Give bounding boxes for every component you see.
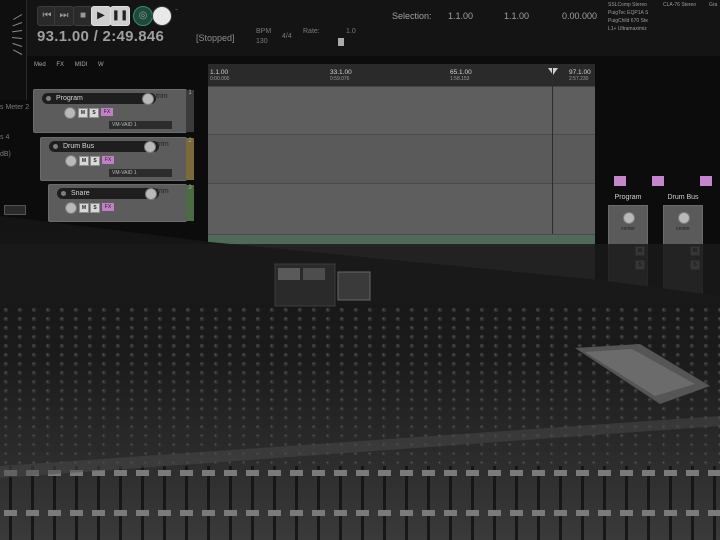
fx-button[interactable]: FX [101,108,113,116]
lane-drum-bus[interactable] [208,135,595,184]
fx-indicator[interactable] [652,176,664,186]
play-state: [Stopped] [196,33,235,43]
route-label[interactable]: trim [156,93,168,100]
track-number: 1 [186,90,194,132]
plugin-slot[interactable]: PuigChild 670 Ste [608,18,720,26]
vu-label-3: dB) [0,151,11,158]
mute-button[interactable]: M [79,203,89,213]
strip-name: Program [614,194,642,201]
volume-knob[interactable] [145,188,157,200]
tab-w[interactable]: W [98,62,104,68]
vu-label-1: s Meter 2 [0,104,30,111]
strip-name: Drum Bus [667,194,699,201]
rate-label: Rate: [303,28,320,35]
vca-selector[interactable]: VM-VAID 1 [109,169,172,177]
solo-button[interactable]: S [90,156,100,166]
mixing-console-photo [0,216,720,540]
rate-value[interactable]: 1.0 [346,28,356,35]
plugin-slot[interactable]: L1+ Ultramaximiz [608,26,720,34]
fx-button[interactable]: FX [102,156,114,164]
ruler-marker: 97.1.00 2:57.230 [569,69,591,82]
pan-knob[interactable] [65,202,77,214]
stop-icon[interactable]: ■ [73,6,93,26]
vca-selector[interactable]: VM-VAID 1 [109,121,172,129]
ruler-marker: 33.1.00 0:59.076 [330,69,352,82]
track-name-snare[interactable]: Snare [57,188,159,199]
time-signature[interactable]: 4/4 [282,33,292,40]
plugin-slot[interactable]: CLA-76 Stereo [663,2,696,8]
plugin-slot[interactable]: PuigTec EQP1A S [608,10,720,18]
track-drum-bus[interactable]: Drum Bus trim M S FX VM-VAID 1 2 [40,137,194,181]
mode-tabs: Med FX MIDI W [34,62,113,68]
playhead[interactable] [552,64,553,234]
time-display[interactable]: 93.1.00 / 2:49.846 [37,28,164,45]
mute-button[interactable]: M [79,156,89,166]
pan-knob[interactable] [65,155,77,167]
track-name-drum-bus[interactable]: Drum Bus [49,141,159,152]
route-label[interactable]: trim [157,188,169,195]
fx-indicator[interactable] [614,176,626,186]
marker-icon[interactable]: ⌁ [175,7,197,21]
fx-button[interactable]: FX [102,203,114,211]
mute-button[interactable]: M [78,108,88,118]
tab-fx[interactable]: FX [56,62,64,68]
volume-knob[interactable] [144,141,156,153]
timeline-ruler[interactable]: 1.1.00 0:00.000 33.1.00 0:59.076 65.1.00 1:… [208,64,595,87]
track-name-program[interactable]: Program [42,93,156,104]
ruler-marker: 1.1.00 0:00.000 [210,69,230,82]
vu-nav-button[interactable] [4,205,26,215]
record-icon[interactable] [152,6,172,26]
selection-start[interactable]: 1.1.00 [448,11,473,21]
vu-meter [0,0,27,100]
track-program[interactable]: Program trim M S FX VM-VAID 1 1 [33,89,194,133]
tab-med[interactable]: Med [34,62,46,68]
pan-knob[interactable] [64,107,76,119]
selection-end[interactable]: 1.1.00 [504,11,529,21]
pause-icon[interactable]: ❚❚ [110,6,130,26]
bpm-label: BPM [256,28,272,35]
loop-icon[interactable]: ◎ [133,6,153,26]
playhead-marker-icon[interactable] [548,68,558,75]
skip-forward-icon[interactable]: ⏭ [54,6,74,26]
play-icon[interactable]: ▶ [91,6,111,26]
volume-knob[interactable] [142,93,154,105]
track-number: 2 [186,138,194,180]
rate-slider[interactable] [338,38,344,46]
solo-button[interactable]: S [89,108,99,118]
lane-program[interactable] [208,86,595,135]
solo-button[interactable]: S [90,203,100,213]
bpm-value[interactable]: 130 [256,38,268,45]
route-label[interactable]: trim [157,141,169,148]
tab-midi[interactable]: MIDI [75,62,88,68]
selection-length[interactable]: 0.00.000 [562,11,597,21]
fx-indicator[interactable] [700,176,712,186]
plugin-slot[interactable]: Gra [709,2,717,8]
ruler-marker: 65.1.00 1:58.153 [450,69,472,82]
selection-label: Selection: [392,11,432,21]
vu-label-2: s 4 [0,134,10,141]
